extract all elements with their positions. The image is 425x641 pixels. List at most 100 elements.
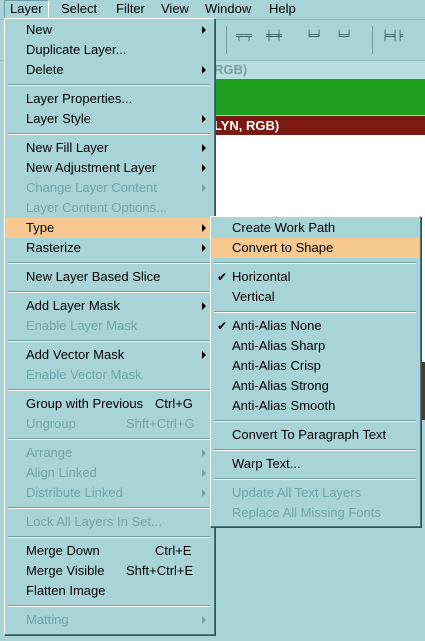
menu-view[interactable]: View bbox=[156, 1, 194, 17]
menu-item-label: Layer Properties... bbox=[26, 91, 133, 106]
menu-item-align-linked[interactable]: Align Linked bbox=[6, 463, 213, 483]
layer-menu: New Duplicate Layer... Delete Layer Prop… bbox=[4, 18, 215, 635]
menu-item-lock-all-layers-in-set[interactable]: Lock All Layers In Set... bbox=[6, 512, 213, 532]
document-title-inactive[interactable]: RGB) bbox=[210, 61, 425, 79]
menu-item-enable-vector-mask[interactable]: Enable Vector Mask bbox=[6, 365, 213, 385]
menu-item-new[interactable]: New bbox=[6, 20, 213, 40]
menu-separator bbox=[214, 311, 416, 313]
menu-item-label: Merge Visible bbox=[26, 563, 105, 578]
menu-item-label: Replace All Missing Fonts bbox=[232, 505, 381, 520]
menu-item-label: Lock All Layers In Set... bbox=[26, 514, 162, 529]
menu-item-label: Enable Layer Mask bbox=[26, 318, 138, 333]
menu-item-convert-to-paragraph-text[interactable]: Convert To Paragraph Text bbox=[212, 425, 419, 445]
submenu-arrow-icon bbox=[202, 26, 206, 34]
document-title-active[interactable]: LYN, RGB) bbox=[210, 116, 425, 135]
menu-help[interactable]: Help bbox=[264, 1, 301, 17]
submenu-arrow-icon bbox=[202, 616, 206, 624]
menu-item-anti-alias-none[interactable]: ✔ Anti-Alias None bbox=[212, 316, 419, 336]
menu-item-delete[interactable]: Delete bbox=[6, 60, 213, 80]
shortcut-label: Ctrl+E bbox=[155, 543, 192, 558]
menu-item-change-layer-content[interactable]: Change Layer Content bbox=[6, 178, 213, 198]
menu-item-type[interactable]: Type bbox=[6, 218, 213, 238]
menu-item-label: Align Linked bbox=[26, 465, 97, 480]
menu-item-new-fill-layer[interactable]: New Fill Layer bbox=[6, 138, 213, 158]
doc1-title-text: RGB) bbox=[214, 62, 248, 77]
menu-item-merge-down[interactable]: Merge Down Ctrl+E bbox=[6, 541, 213, 561]
menu-item-merge-visible[interactable]: Merge Visible Shft+Ctrl+E bbox=[6, 561, 213, 581]
menu-item-label: Duplicate Layer... bbox=[26, 42, 127, 57]
align-left-icon[interactable]: ╘═╛ bbox=[306, 31, 322, 45]
menu-separator bbox=[214, 478, 416, 480]
type-submenu: Create Work Path Convert to Shape ✔ Horiz… bbox=[210, 216, 421, 527]
menu-item-group-with-previous[interactable]: Group with Previous Ctrl+G bbox=[6, 394, 213, 414]
menu-item-label: Delete bbox=[26, 62, 64, 77]
distribute-icon[interactable]: ╞═╡╞ bbox=[382, 31, 403, 45]
menu-item-label: Arrange bbox=[26, 445, 73, 460]
doc2-title-text: LYN, RGB) bbox=[214, 118, 280, 133]
submenu-arrow-icon bbox=[202, 144, 206, 152]
submenu-arrow-icon bbox=[202, 351, 206, 359]
menu-item-new-layer-based-slice[interactable]: New Layer Based Slice bbox=[6, 267, 213, 287]
menu-item-convert-to-shape[interactable]: Convert to Shape bbox=[212, 238, 419, 258]
menu-item-rasterize[interactable]: Rasterize bbox=[6, 238, 213, 258]
checkmark-icon: ✔ bbox=[217, 270, 228, 284]
menu-item-update-all-text-layers[interactable]: Update All Text Layers bbox=[212, 483, 419, 503]
menu-item-layer-style[interactable]: Layer Style bbox=[6, 109, 213, 129]
menu-item-horizontal[interactable]: ✔ Horizontal bbox=[212, 267, 419, 287]
menu-item-label: Group with Previous bbox=[26, 396, 144, 411]
menu-item-label: Layer Style bbox=[26, 111, 92, 126]
menu-separator bbox=[8, 605, 210, 607]
align-middle-icon[interactable]: ╪═╪ bbox=[266, 31, 282, 45]
shortcut-label: Ctrl+G bbox=[155, 396, 193, 411]
menu-item-label: Convert To Paragraph Text bbox=[232, 427, 387, 442]
menu-item-add-vector-mask[interactable]: Add Vector Mask bbox=[6, 345, 213, 365]
menu-filter[interactable]: Filter bbox=[111, 1, 150, 17]
menu-window[interactable]: Window bbox=[200, 1, 256, 17]
menu-item-label: Add Vector Mask bbox=[26, 347, 125, 362]
menu-item-layer-content-options[interactable]: Layer Content Options... bbox=[6, 198, 213, 218]
menu-item-label: Anti-Alias Smooth bbox=[232, 398, 336, 413]
menu-item-arrange[interactable]: Arrange bbox=[6, 443, 213, 463]
menu-item-flatten-image[interactable]: Flatten Image bbox=[6, 581, 213, 601]
menu-separator bbox=[8, 438, 210, 440]
document-canvas-green bbox=[210, 79, 425, 115]
menu-item-label: Horizontal bbox=[232, 269, 291, 284]
align-right-icon[interactable]: ╘═╛ bbox=[336, 31, 352, 45]
menu-item-layer-properties[interactable]: Layer Properties... bbox=[6, 89, 213, 109]
menu-item-label: Distribute Linked bbox=[26, 485, 123, 500]
checkmark-icon: ✔ bbox=[217, 319, 228, 333]
menu-item-enable-layer-mask[interactable]: Enable Layer Mask bbox=[6, 316, 213, 336]
menu-item-replace-all-missing-fonts[interactable]: Replace All Missing Fonts bbox=[212, 503, 419, 523]
menu-item-anti-alias-sharp[interactable]: Anti-Alias Sharp bbox=[212, 336, 419, 356]
submenu-arrow-icon bbox=[202, 164, 206, 172]
menu-item-label: Anti-Alias Strong bbox=[232, 378, 329, 393]
menu-item-anti-alias-smooth[interactable]: Anti-Alias Smooth bbox=[212, 396, 419, 416]
menu-item-anti-alias-crisp[interactable]: Anti-Alias Crisp bbox=[212, 356, 419, 376]
menu-item-label: Merge Down bbox=[26, 543, 100, 558]
menu-item-anti-alias-strong[interactable]: Anti-Alias Strong bbox=[212, 376, 419, 396]
menu-item-matting[interactable]: Matting bbox=[6, 610, 213, 630]
menu-separator bbox=[8, 389, 210, 391]
menu-item-create-work-path[interactable]: Create Work Path bbox=[212, 218, 419, 238]
menu-item-label: Rasterize bbox=[26, 240, 81, 255]
menu-layer[interactable]: Layer bbox=[4, 0, 49, 19]
menu-item-warp-text[interactable]: Warp Text... bbox=[212, 454, 419, 474]
menu-item-duplicate-layer[interactable]: Duplicate Layer... bbox=[6, 40, 213, 60]
menu-select[interactable]: Select bbox=[56, 1, 102, 17]
toolbar-separator bbox=[372, 26, 373, 54]
menu-item-label: Add Layer Mask bbox=[26, 298, 120, 313]
menu-item-add-layer-mask[interactable]: Add Layer Mask bbox=[6, 296, 213, 316]
menu-item-distribute-linked[interactable]: Distribute Linked bbox=[6, 483, 213, 503]
menu-item-new-adjustment-layer[interactable]: New Adjustment Layer bbox=[6, 158, 213, 178]
menu-item-label: Create Work Path bbox=[232, 220, 336, 235]
shortcut-label: Shft+Ctrl+E bbox=[126, 563, 194, 578]
menu-item-label: Type bbox=[26, 220, 55, 235]
submenu-arrow-icon bbox=[202, 244, 206, 252]
menu-item-label: Enable Vector Mask bbox=[26, 367, 142, 382]
menu-item-ungroup[interactable]: Ungroup Shft+Ctrl+G bbox=[6, 414, 213, 434]
submenu-arrow-icon bbox=[202, 302, 206, 310]
submenu-arrow-icon bbox=[202, 224, 206, 232]
menu-item-vertical[interactable]: Vertical bbox=[212, 287, 419, 307]
align-top-icon[interactable]: ╤═╤ bbox=[236, 31, 252, 45]
menu-item-label: New Adjustment Layer bbox=[26, 160, 157, 175]
